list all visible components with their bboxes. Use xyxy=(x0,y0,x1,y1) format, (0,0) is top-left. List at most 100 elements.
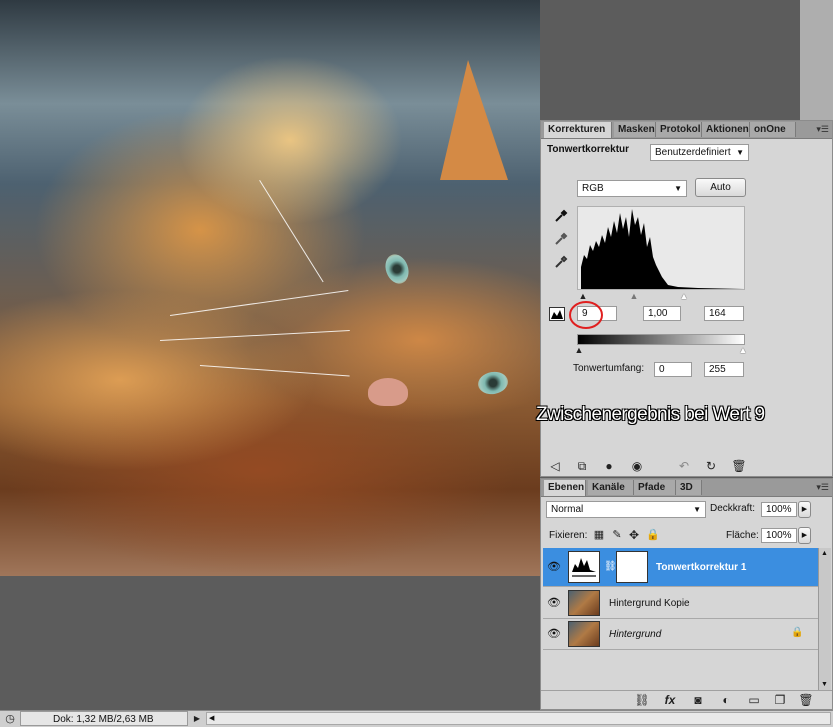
clip-to-layer-icon[interactable]: ● xyxy=(601,459,617,473)
histogram xyxy=(577,206,745,290)
blend-mode-value: Normal xyxy=(551,504,584,515)
white-eyedropper-icon[interactable] xyxy=(553,255,569,272)
output-white-field[interactable]: 255 xyxy=(704,362,744,377)
layer-thumbnail xyxy=(568,621,600,647)
layer-mask-thumbnail xyxy=(616,551,648,583)
lock-label: Fixieren: xyxy=(549,530,588,541)
canvas-background xyxy=(540,0,800,120)
adjustment-title: Tonwertkorrektur xyxy=(547,144,630,155)
tab-ebenen[interactable]: Ebenen xyxy=(544,480,586,496)
view-previous-icon[interactable]: ↶ xyxy=(676,459,692,473)
opacity-field[interactable]: 100% xyxy=(761,502,797,517)
tab-aktionen[interactable]: Aktionen xyxy=(702,122,750,137)
status-menu-arrow-icon[interactable]: ▶ xyxy=(192,712,202,726)
tab-kanaele[interactable]: Kanäle xyxy=(588,480,634,495)
black-eyedropper-icon[interactable] xyxy=(553,209,569,226)
lock-transparency-icon[interactable]: ▦ xyxy=(593,528,605,542)
adjustments-toolbar: ◁ ⧉ ● ◉ ↶ ↻ 🗑 xyxy=(541,456,753,476)
layers-scrollbar[interactable]: ▲ ▼ xyxy=(818,548,831,690)
cat-eye-right xyxy=(476,369,510,397)
history-clock-icon[interactable]: ◷ xyxy=(3,712,17,726)
reset-icon[interactable]: ↻ xyxy=(703,459,719,473)
fill-label: Fläche: xyxy=(726,530,759,541)
tab-protokoll[interactable]: Protokoll xyxy=(656,122,702,137)
whisker xyxy=(160,330,350,341)
lock-all-icon[interactable]: 🔒 xyxy=(646,528,660,542)
tab-onone[interactable]: onOne xyxy=(750,122,796,137)
lock-pixels-brush-icon[interactable]: ✎ xyxy=(611,528,623,542)
link-chain-icon[interactable]: ⛓ xyxy=(604,560,617,574)
whisker xyxy=(199,365,350,377)
document-canvas[interactable] xyxy=(0,0,540,576)
visibility-eye-icon[interactable]: 👁 xyxy=(547,596,561,610)
fill-field[interactable]: 100% xyxy=(761,528,797,543)
layer-thumbnail xyxy=(568,590,600,616)
cat-ear xyxy=(440,60,508,180)
canvas-edge xyxy=(800,0,833,120)
tab-3d[interactable]: 3D xyxy=(676,480,702,495)
cat-nose xyxy=(368,378,408,406)
tab-masken[interactable]: Masken xyxy=(614,122,656,137)
gray-eyedropper-icon[interactable] xyxy=(553,232,569,249)
lock-position-move-icon[interactable]: ✥ xyxy=(628,528,640,542)
preset-dropdown[interactable]: Benutzerdefiniert ▼ xyxy=(650,144,749,161)
levels-adjustment-thumbnail xyxy=(568,551,600,583)
channel-value: RGB xyxy=(582,183,604,194)
layer-name[interactable]: Hintergrund xyxy=(609,629,661,640)
new-group-folder-icon[interactable]: ▭ xyxy=(745,693,763,707)
layers-toolbar: ⛓ fx ◙ ◐ ▭ ❐ 🗑 xyxy=(541,690,832,709)
opacity-slider-button[interactable]: ▶ xyxy=(798,501,811,518)
layer-row-background[interactable]: 👁 Hintergrund 🔒 xyxy=(543,619,818,650)
panel-menu-icon[interactable]: ▾☰ xyxy=(816,482,829,493)
fill-slider-button[interactable]: ▶ xyxy=(798,527,811,544)
horizontal-scrollbar[interactable]: ◀ xyxy=(206,712,831,725)
back-arrow-icon[interactable]: ◁ xyxy=(547,459,563,473)
output-gradient xyxy=(577,334,745,345)
blend-mode-dropdown[interactable]: Normal ▼ xyxy=(546,501,706,518)
scroll-left-arrow-icon[interactable]: ◀ xyxy=(209,713,214,724)
chevron-down-icon: ▼ xyxy=(693,505,701,514)
visibility-eye-icon[interactable]: 👁 xyxy=(547,627,561,641)
layers-tabbar: Ebenen Kanäle Pfade 3D ▾☰ xyxy=(541,479,832,497)
output-label: Tonwertumfang: xyxy=(573,363,645,374)
auto-button[interactable]: Auto xyxy=(695,178,746,197)
layer-row-background-copy[interactable]: 👁 Hintergrund Kopie xyxy=(543,587,818,619)
clipping-warning-icon[interactable] xyxy=(549,307,565,324)
output-black-field[interactable]: 0 xyxy=(654,362,692,377)
layer-name[interactable]: Tonwertkorrektur 1 xyxy=(656,562,746,573)
adjustments-tabbar: Korrekturen Masken Protokoll Aktionen on… xyxy=(541,121,832,139)
red-circle-annotation xyxy=(569,301,603,329)
visibility-eye-icon[interactable]: 👁 xyxy=(547,560,561,574)
trash-icon[interactable]: 🗑 xyxy=(731,459,747,473)
expand-view-icon[interactable]: ⧉ xyxy=(574,459,590,473)
fx-layer-style-icon[interactable]: fx xyxy=(661,693,679,707)
add-mask-icon[interactable]: ◙ xyxy=(689,693,707,707)
link-layers-icon[interactable]: ⛓ xyxy=(633,693,651,707)
whisker xyxy=(259,180,324,283)
scroll-up-arrow-icon[interactable]: ▲ xyxy=(821,550,828,557)
new-layer-icon[interactable]: ❐ xyxy=(771,693,789,707)
gamma-slider[interactable]: ▲ xyxy=(629,289,639,303)
tab-korrekturen[interactable]: Korrekturen xyxy=(544,122,612,138)
visibility-eye-icon[interactable]: ◉ xyxy=(629,459,645,473)
delete-layer-trash-icon[interactable]: 🗑 xyxy=(797,693,815,707)
status-bar: ◷ Dok: 1,32 MB/2,63 MB ▶ ◀ xyxy=(0,710,833,727)
input-white-field[interactable]: 164 xyxy=(704,306,744,321)
doc-info-box[interactable]: Dok: 1,32 MB/2,63 MB xyxy=(20,711,188,726)
channel-dropdown[interactable]: RGB ▼ xyxy=(577,180,687,197)
doc-size-info: Dok: 1,32 MB/2,63 MB xyxy=(53,714,154,725)
layer-row-adjustment[interactable]: 👁 ⛓ Tonwertkorrektur 1 xyxy=(543,548,818,587)
input-gamma-field[interactable]: 1,00 xyxy=(643,306,681,321)
cat-eye-left xyxy=(381,251,413,287)
scroll-down-arrow-icon[interactable]: ▼ xyxy=(821,681,828,688)
output-black-slider[interactable]: ▲ xyxy=(574,343,584,357)
layer-name[interactable]: Hintergrund Kopie xyxy=(609,598,690,609)
white-point-slider[interactable]: ▲ xyxy=(679,289,689,303)
lock-icon: 🔒 xyxy=(791,627,804,638)
panel-menu-icon[interactable]: ▾☰ xyxy=(816,124,829,135)
histogram-graph xyxy=(581,209,744,289)
tab-pfade[interactable]: Pfade xyxy=(634,480,676,495)
new-adjustment-layer-icon[interactable]: ◐ xyxy=(717,693,735,707)
whisker xyxy=(170,289,349,316)
output-white-slider[interactable]: ▲ xyxy=(738,343,748,357)
